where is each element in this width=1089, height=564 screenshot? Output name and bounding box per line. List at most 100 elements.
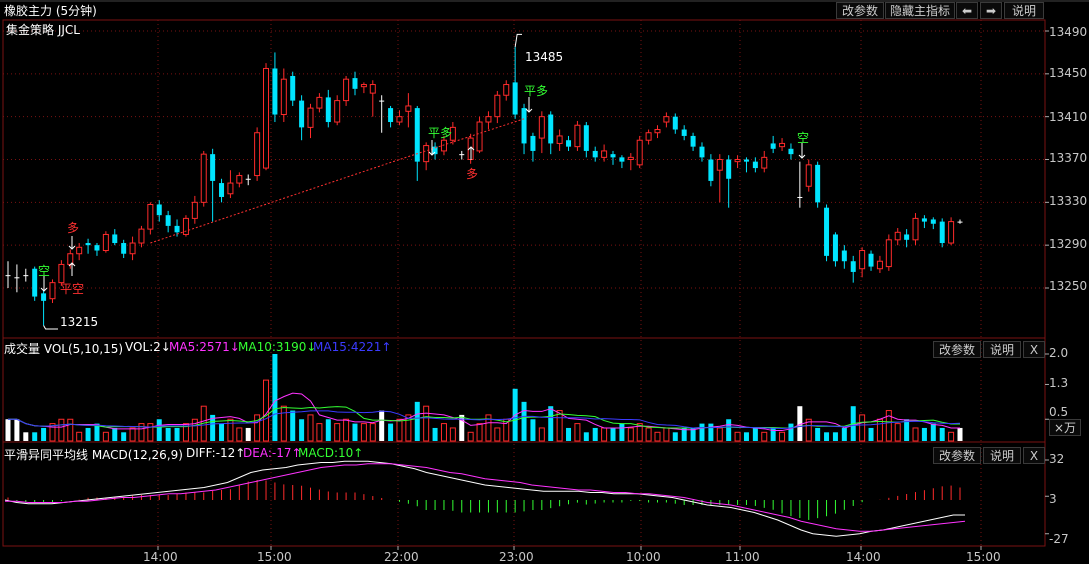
volume-bar bbox=[467, 431, 474, 442]
volume-bar bbox=[521, 401, 527, 441]
volume-bar bbox=[263, 379, 270, 442]
volume-bar bbox=[156, 419, 162, 441]
volume-bar bbox=[299, 419, 305, 441]
candle-body bbox=[850, 261, 856, 272]
candle-body bbox=[957, 221, 963, 223]
volume-bar bbox=[761, 431, 768, 442]
candle-body bbox=[388, 108, 394, 123]
volume-bar bbox=[708, 423, 714, 441]
candle-body bbox=[440, 139, 447, 152]
candle-body bbox=[352, 78, 358, 89]
volume-bar bbox=[716, 427, 723, 442]
candle-body bbox=[885, 239, 892, 268]
macd-tick: 3 bbox=[1049, 492, 1057, 506]
diff-value: DIFF:-12↑ bbox=[186, 446, 246, 460]
volume-bar bbox=[32, 432, 38, 441]
candle-body bbox=[672, 116, 678, 130]
macd-params-button[interactable]: 改参数 bbox=[933, 447, 981, 464]
volume-bar bbox=[5, 419, 11, 441]
volume-bar bbox=[254, 414, 261, 442]
candle-body bbox=[726, 159, 732, 179]
volume-bar bbox=[530, 419, 536, 441]
volume-bar bbox=[654, 431, 661, 442]
candle-body bbox=[601, 150, 608, 158]
candle-body bbox=[396, 116, 403, 123]
volume-bar bbox=[904, 419, 910, 441]
volume-bar bbox=[360, 423, 367, 442]
candle-body bbox=[182, 217, 189, 235]
volume-bar bbox=[236, 427, 243, 442]
volume-help-button[interactable]: 说明 bbox=[983, 341, 1021, 358]
volume-bar bbox=[538, 427, 545, 442]
time-label: 15:00 bbox=[257, 550, 292, 564]
time-label: 10:00 bbox=[626, 550, 661, 564]
candle-body bbox=[779, 142, 786, 148]
volume-close-button[interactable]: X bbox=[1023, 341, 1045, 358]
main-params-button[interactable]: 改参数 bbox=[836, 2, 884, 19]
volume-unit-button[interactable]: ×万 bbox=[1049, 419, 1081, 436]
scroll-right-button[interactable]: ➡ bbox=[980, 2, 1002, 19]
volume-bar bbox=[494, 427, 501, 442]
macd-value: MACD:10↑ bbox=[298, 446, 364, 460]
volume-bar bbox=[663, 427, 670, 442]
candle-body bbox=[583, 125, 589, 151]
hide-main-indicator-button[interactable]: 隐藏主指标 bbox=[885, 2, 955, 19]
volume-bar bbox=[859, 414, 866, 442]
main-help-button[interactable]: 说明 bbox=[1004, 2, 1044, 19]
volume-bar bbox=[743, 432, 749, 441]
price-tick: 13450 bbox=[1049, 66, 1088, 80]
candle-body bbox=[770, 143, 776, 149]
volume-bar bbox=[449, 427, 456, 442]
macd-close-button[interactable]: X bbox=[1023, 447, 1045, 464]
candle-body bbox=[930, 219, 936, 224]
volume-bar bbox=[191, 418, 198, 442]
candle-body bbox=[494, 94, 501, 118]
candle-body bbox=[592, 150, 598, 158]
volume-bar bbox=[841, 427, 847, 441]
candle-body bbox=[566, 140, 572, 147]
macd-panel-title: 平滑异同平均线 MACD(12,26,9) bbox=[4, 448, 183, 462]
candle-body bbox=[459, 154, 465, 156]
volume-bar bbox=[876, 418, 883, 442]
time-label: 11:00 bbox=[725, 550, 760, 564]
candle-body bbox=[841, 250, 847, 262]
volume-bar bbox=[574, 423, 581, 442]
candle-body bbox=[663, 116, 670, 123]
main-panel-frame bbox=[2, 19, 1046, 339]
volume-bar bbox=[14, 419, 20, 441]
candle-body bbox=[832, 234, 838, 262]
candle-body bbox=[219, 183, 225, 197]
volume-bar bbox=[548, 406, 554, 441]
candle-body bbox=[423, 145, 430, 163]
volume-params-button[interactable]: 改参数 bbox=[933, 341, 981, 358]
volume-bar bbox=[129, 427, 136, 442]
candle-body bbox=[23, 275, 29, 277]
candle-body bbox=[708, 159, 714, 181]
low-price-label: 13215 bbox=[60, 315, 99, 329]
candle-body bbox=[824, 207, 830, 256]
volume-bar bbox=[219, 423, 225, 441]
volume-bar bbox=[645, 427, 652, 442]
price-tick: 13330 bbox=[1049, 194, 1088, 208]
signal-short: 空 bbox=[38, 264, 51, 278]
volume-bar bbox=[583, 432, 589, 441]
volume-bar bbox=[112, 427, 118, 441]
candle-body bbox=[556, 135, 563, 144]
volume-bar bbox=[779, 431, 786, 442]
scroll-left-button[interactable]: ⬅ bbox=[956, 2, 978, 19]
candle-body bbox=[76, 246, 83, 255]
volume-bar bbox=[165, 427, 171, 441]
time-label: 15:00 bbox=[966, 550, 1001, 564]
candle-body bbox=[290, 75, 296, 101]
candle-body bbox=[503, 84, 510, 96]
volume-bar bbox=[627, 427, 634, 442]
macd-help-button[interactable]: 说明 bbox=[983, 447, 1021, 464]
volume-bar bbox=[76, 431, 83, 442]
volume-tick: 0.5 bbox=[1049, 405, 1069, 419]
ma10-value: MA10:3190↓ bbox=[238, 340, 317, 354]
candle-body bbox=[805, 164, 812, 187]
candle-body bbox=[299, 100, 305, 128]
candle-body bbox=[245, 178, 251, 180]
volume-tick: 2.0 bbox=[1049, 346, 1069, 360]
candle-body bbox=[654, 129, 661, 134]
